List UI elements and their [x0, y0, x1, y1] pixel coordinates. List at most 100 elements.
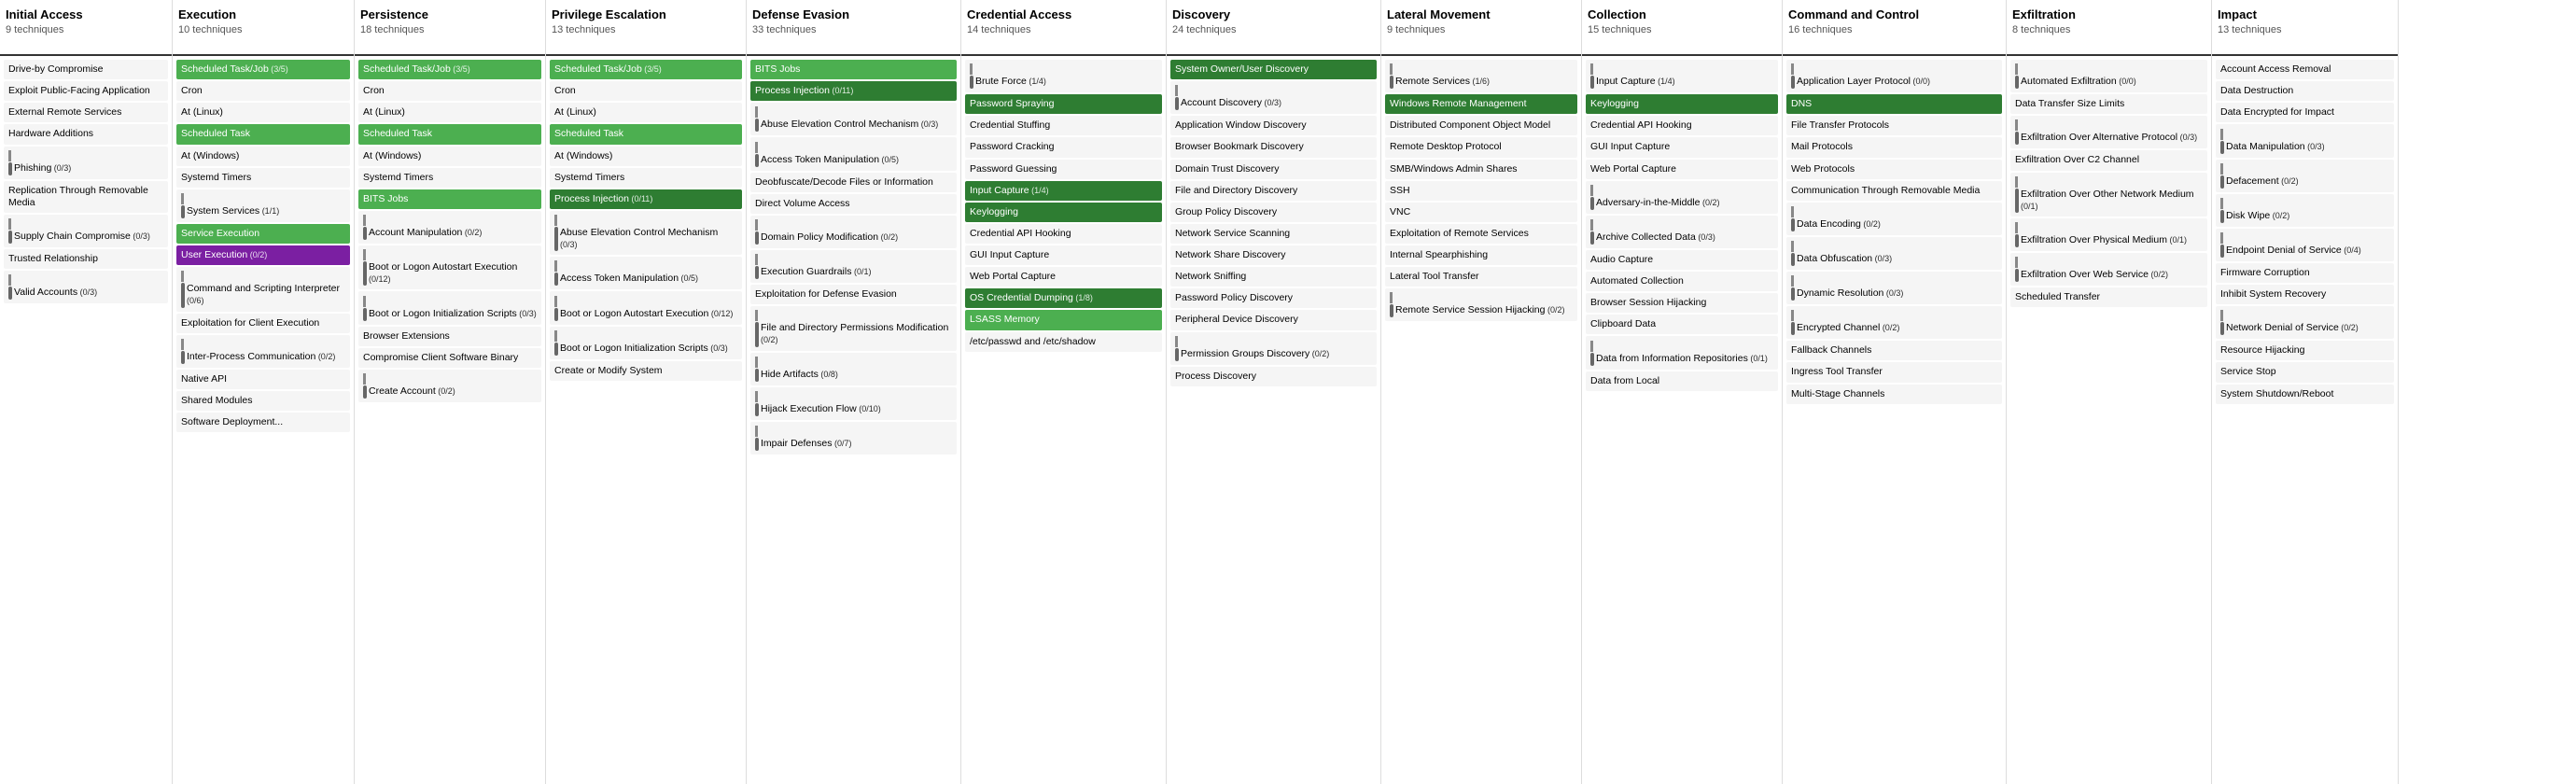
technique-item[interactable]: Network Denial of Service (0/2) — [2216, 306, 2394, 339]
technique-item[interactable]: Password Spraying — [965, 94, 1162, 114]
technique-item[interactable]: Scheduled Task/Job (3/5) — [550, 60, 742, 79]
technique-item[interactable]: Scheduled Task — [358, 124, 541, 144]
technique-item[interactable]: Account Access Removal — [2216, 60, 2394, 79]
technique-item[interactable]: Brute Force (1/4) — [965, 60, 1162, 92]
technique-item[interactable]: /etc/passwd and /etc/shadow — [965, 332, 1162, 352]
technique-item[interactable]: File and Directory Discovery — [1170, 181, 1377, 201]
technique-item[interactable]: At (Windows) — [176, 147, 350, 166]
technique-item[interactable]: Credential API Hooking — [1586, 116, 1778, 135]
technique-item[interactable]: Dynamic Resolution (0/3) — [1786, 272, 2002, 304]
technique-item[interactable]: Input Capture (1/4) — [1586, 60, 1778, 92]
technique-item[interactable]: Service Execution — [176, 224, 350, 244]
technique-item[interactable]: Hijack Execution Flow (0/10) — [750, 387, 957, 420]
technique-item[interactable]: Create Account (0/2) — [358, 370, 541, 402]
technique-item[interactable]: OS Credential Dumping (1/8) — [965, 288, 1162, 308]
technique-item[interactable]: Firmware Corruption — [2216, 263, 2394, 283]
technique-item[interactable]: SMB/Windows Admin Shares — [1385, 160, 1577, 179]
technique-item[interactable]: At (Linux) — [550, 103, 742, 122]
technique-item[interactable]: Fallback Channels — [1786, 341, 2002, 360]
technique-item[interactable]: Password Guessing — [965, 160, 1162, 179]
technique-item[interactable]: At (Windows) — [358, 147, 541, 166]
technique-item[interactable]: Internal Spearphishing — [1385, 245, 1577, 265]
technique-item[interactable]: Domain Policy Modification (0/2) — [750, 216, 957, 248]
technique-item[interactable]: Boot or Logon Autostart Execution (0/12) — [358, 245, 541, 289]
technique-item[interactable]: Inhibit System Recovery — [2216, 285, 2394, 304]
technique-item[interactable]: SSH — [1385, 181, 1577, 201]
technique-item[interactable]: Credential API Hooking — [965, 224, 1162, 244]
technique-item[interactable]: Process Discovery — [1170, 367, 1377, 386]
technique-item[interactable]: Cron — [358, 81, 541, 101]
technique-item[interactable]: Account Discovery (0/3) — [1170, 81, 1377, 114]
technique-item[interactable]: Scheduled Task/Job (3/5) — [176, 60, 350, 79]
technique-item[interactable]: Keylogging — [1586, 94, 1778, 114]
technique-item[interactable]: Native API — [176, 370, 350, 389]
technique-item[interactable]: Compromise Client Software Binary — [358, 348, 541, 368]
technique-item[interactable]: Exfiltration Over C2 Channel — [2010, 150, 2207, 170]
technique-item[interactable]: Impair Defenses (0/7) — [750, 422, 957, 455]
technique-item[interactable]: Command and Scripting Interpreter (0/6) — [176, 267, 350, 311]
technique-item[interactable]: Endpoint Denial of Service (0/4) — [2216, 229, 2394, 261]
technique-item[interactable]: Audio Capture — [1586, 250, 1778, 270]
technique-item[interactable]: Shared Modules — [176, 391, 350, 411]
technique-item[interactable]: BITS Jobs — [358, 189, 541, 209]
technique-item[interactable]: Remote Service Session Hijacking (0/2) — [1385, 288, 1577, 321]
technique-item[interactable]: Network Sniffing — [1170, 267, 1377, 287]
technique-item[interactable]: Remote Desktop Protocol — [1385, 137, 1577, 157]
technique-item[interactable]: Keylogging — [965, 203, 1162, 222]
technique-item[interactable]: Network Service Scanning — [1170, 224, 1377, 244]
technique-item[interactable]: Clipboard Data — [1586, 315, 1778, 334]
technique-item[interactable]: Automated Collection — [1586, 272, 1778, 291]
technique-item[interactable]: Scheduled Task — [176, 124, 350, 144]
technique-item[interactable]: Scheduled Transfer — [2010, 287, 2207, 307]
technique-item[interactable]: Application Layer Protocol (0/0) — [1786, 60, 2002, 92]
technique-item[interactable]: Process Injection (0/11) — [550, 189, 742, 209]
technique-item[interactable]: Data Obfuscation (0/3) — [1786, 237, 2002, 270]
technique-item[interactable]: Exfiltration Over Other Network Medium (… — [2010, 173, 2207, 217]
technique-item[interactable]: GUI Input Capture — [965, 245, 1162, 265]
technique-item[interactable]: Group Policy Discovery — [1170, 203, 1377, 222]
technique-item[interactable]: Access Token Manipulation (0/5) — [550, 257, 742, 289]
technique-item[interactable]: Mail Protocols — [1786, 137, 2002, 157]
technique-item[interactable]: Hardware Additions — [4, 124, 168, 144]
technique-item[interactable]: Execution Guardrails (0/1) — [750, 250, 957, 283]
technique-item[interactable]: Access Token Manipulation (0/5) — [750, 137, 957, 170]
technique-item[interactable]: Drive-by Compromise — [4, 60, 168, 79]
technique-item[interactable]: Exploitation for Defense Evasion — [750, 285, 957, 304]
technique-item[interactable]: Trusted Relationship — [4, 249, 168, 269]
technique-item[interactable]: Web Portal Capture — [965, 267, 1162, 287]
technique-item[interactable]: Password Cracking — [965, 137, 1162, 157]
technique-item[interactable]: Software Deployment... — [176, 413, 350, 432]
technique-item[interactable]: Exfiltration Over Alternative Protocol (… — [2010, 116, 2207, 148]
technique-item[interactable]: Data Encrypted for Impact — [2216, 103, 2394, 122]
technique-item[interactable]: Replication Through Removable Media — [4, 181, 168, 213]
technique-item[interactable]: Data Encoding (0/2) — [1786, 203, 2002, 235]
technique-item[interactable]: Create or Modify System — [550, 361, 742, 381]
technique-item[interactable]: Service Stop — [2216, 362, 2394, 382]
technique-item[interactable]: Archive Collected Data (0/3) — [1586, 216, 1778, 248]
technique-item[interactable]: Automated Exfiltration (0/0) — [2010, 60, 2207, 92]
technique-item[interactable]: Windows Remote Management — [1385, 94, 1577, 114]
technique-item[interactable]: Domain Trust Discovery — [1170, 160, 1377, 179]
technique-item[interactable]: Data Destruction — [2216, 81, 2394, 101]
technique-item[interactable]: File and Directory Permissions Modificat… — [750, 306, 957, 350]
technique-item[interactable]: Distributed Component Object Model — [1385, 116, 1577, 135]
technique-item[interactable]: GUI Input Capture — [1586, 137, 1778, 157]
technique-item[interactable]: VNC — [1385, 203, 1577, 222]
technique-item[interactable]: File Transfer Protocols — [1786, 116, 2002, 135]
technique-item[interactable]: Input Capture (1/4) — [965, 181, 1162, 201]
technique-item[interactable]: Boot or Logon Initialization Scripts (0/… — [550, 327, 742, 359]
technique-item[interactable]: Exfiltration Over Physical Medium (0/1) — [2010, 218, 2207, 251]
technique-item[interactable]: Credential Stuffing — [965, 116, 1162, 135]
technique-item[interactable]: Encrypted Channel (0/2) — [1786, 306, 2002, 339]
technique-item[interactable]: Systemd Timers — [358, 168, 541, 188]
technique-item[interactable]: External Remote Services — [4, 103, 168, 122]
technique-item[interactable]: Inter-Process Communication (0/2) — [176, 335, 350, 368]
technique-item[interactable]: Defacement (0/2) — [2216, 160, 2394, 192]
technique-item[interactable]: System Services (1/1) — [176, 189, 350, 222]
technique-item[interactable]: Exploitation of Remote Services — [1385, 224, 1577, 244]
technique-item[interactable]: Direct Volume Access — [750, 194, 957, 214]
technique-item[interactable]: Systemd Timers — [176, 168, 350, 188]
technique-item[interactable]: Cron — [550, 81, 742, 101]
technique-item[interactable]: Abuse Elevation Control Mechanism (0/3) — [550, 211, 742, 255]
technique-item[interactable]: LSASS Memory — [965, 310, 1162, 329]
